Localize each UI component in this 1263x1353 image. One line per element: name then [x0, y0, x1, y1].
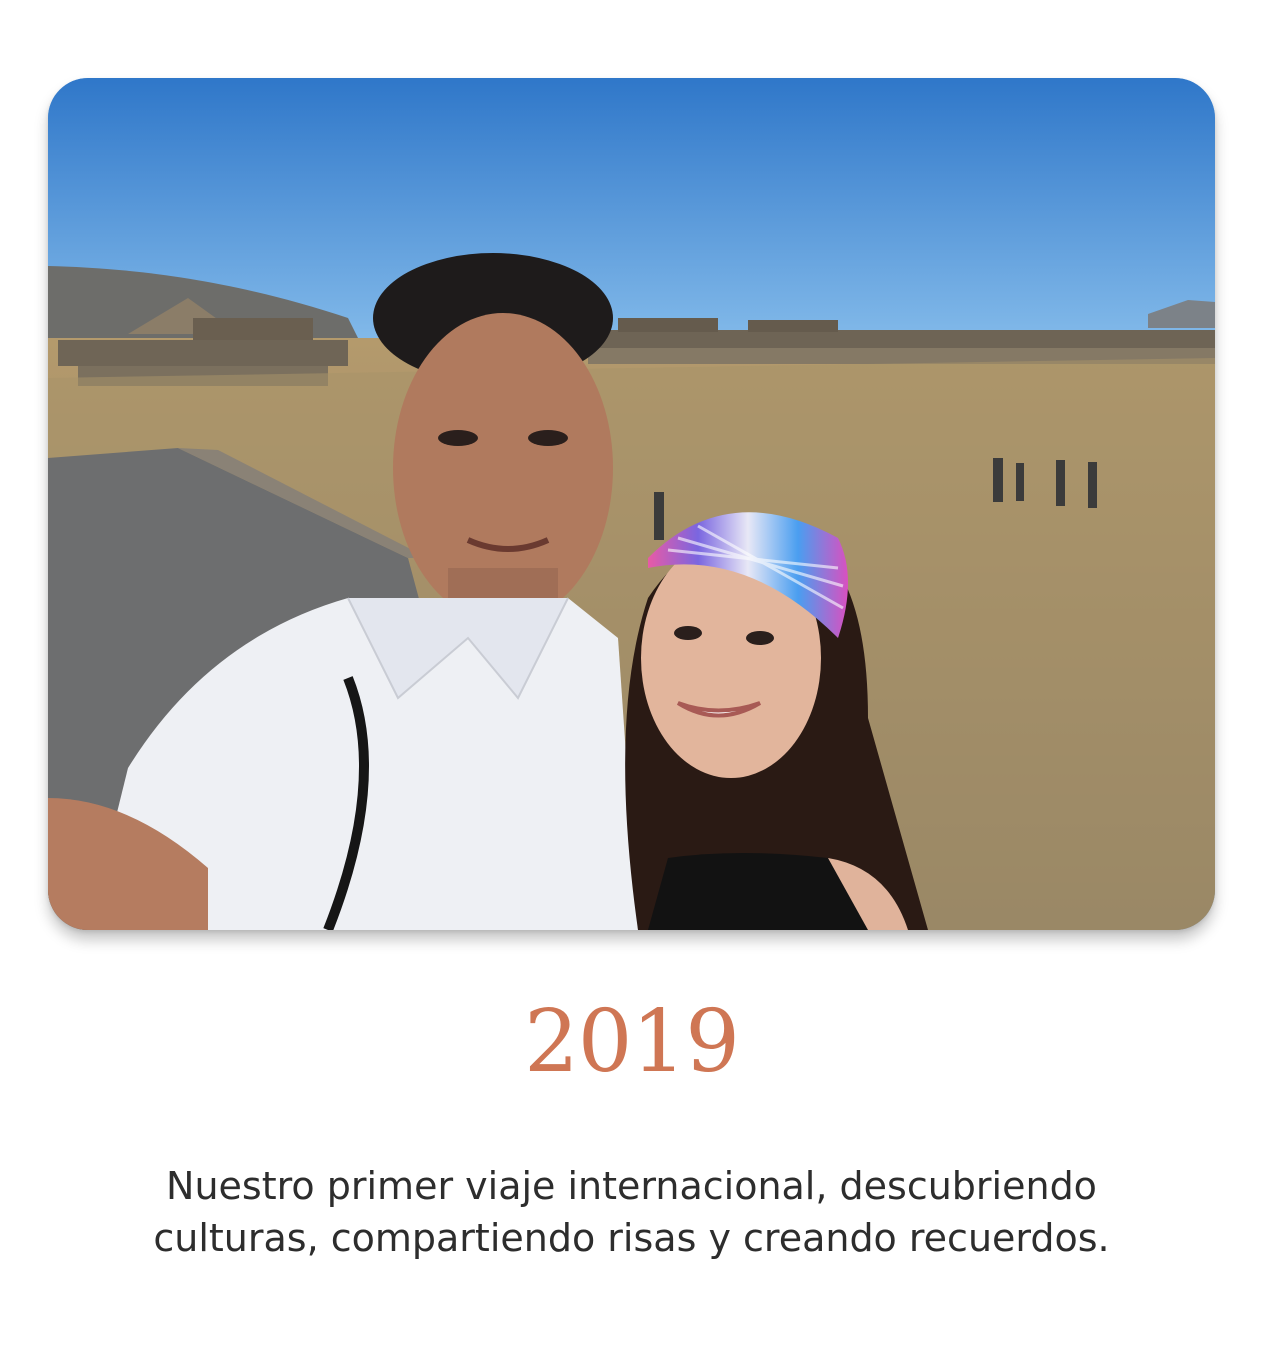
photo-image — [48, 78, 1215, 930]
memory-photo — [48, 78, 1215, 930]
year-heading: 2019 — [524, 992, 740, 1092]
memory-caption: Nuestro primer viaje internacional, desc… — [153, 1164, 1110, 1260]
